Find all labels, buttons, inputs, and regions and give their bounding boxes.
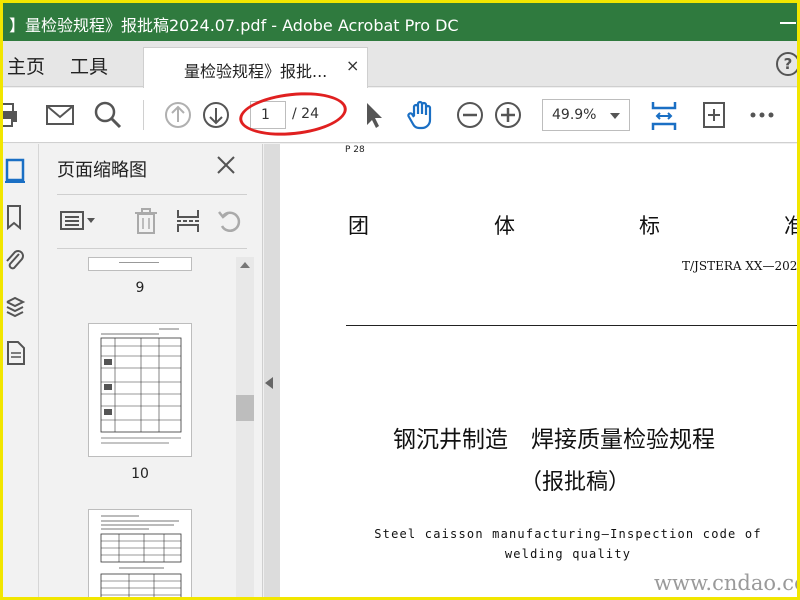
toolbar: 1 / 24 49.9% [3, 87, 797, 143]
title-bar: 】量检验规程》报批稿2024.07.pdf - Adobe Acrobat Pr… [3, 3, 797, 41]
document-viewer[interactable]: P 28 团 体 标 准 T/JSTERA XX—2024 钢沉井制造 焊接质量… [264, 144, 800, 597]
zoom-value: 49.9% [552, 107, 597, 123]
document-page: P 28 团 体 标 准 T/JSTERA XX—2024 钢沉井制造 焊接质量… [280, 144, 800, 597]
zoom-select[interactable]: 49.9% [542, 99, 630, 131]
extract-page-icon[interactable] [173, 206, 203, 236]
layers-icon[interactable] [5, 294, 27, 320]
document-title: 钢沉井制造 焊接质量检验规程 [393, 427, 715, 453]
thumbnail-label: 9 [135, 280, 145, 296]
rotate-view-icon[interactable] [699, 100, 729, 130]
window-title: 】量检验规程》报批稿2024.07.pdf - Adobe Acrobat Pr… [9, 16, 459, 35]
divider [57, 194, 247, 195]
standard-code: T/JSTERA XX—2024 [682, 259, 800, 273]
thumbnails-panel: 页面缩略图 9 10 [39, 144, 263, 597]
email-icon[interactable] [45, 100, 75, 130]
help-icon[interactable]: ? [776, 52, 797, 76]
document-icon[interactable] [5, 340, 27, 366]
hand-tool-icon[interactable] [405, 100, 435, 130]
panel-title: 页面缩略图 [57, 160, 147, 181]
document-tab[interactable]: 量检验规程》报批... × [143, 47, 368, 88]
select-cursor-icon[interactable] [359, 100, 389, 130]
heading-char: 团 [348, 214, 369, 238]
page-thumbnails-icon[interactable] [5, 158, 27, 184]
toolbar-separator [143, 100, 144, 130]
page-thumbnail[interactable] [88, 257, 192, 271]
attachment-icon[interactable] [5, 248, 27, 274]
english-title: Steel caisson manufacturing—Inspection c… [374, 527, 762, 561]
scrollbar-thumb[interactable] [236, 395, 254, 421]
more-options-icon[interactable] [747, 100, 777, 130]
menu-home[interactable]: 主页 [7, 52, 45, 79]
heading-char: 准 [784, 210, 797, 240]
zoom-in-icon[interactable] [493, 100, 523, 130]
menu-tools[interactable]: 工具 [70, 52, 108, 79]
delete-page-icon[interactable] [131, 206, 161, 236]
print-icon[interactable] [3, 100, 23, 130]
divider [57, 248, 247, 249]
chevron-down-icon [610, 113, 620, 119]
heading-char: 体 [494, 214, 515, 238]
bookmark-icon[interactable] [5, 204, 27, 231]
page-thumbnail[interactable] [88, 323, 192, 457]
previous-page-icon[interactable] [163, 100, 193, 130]
thumbnails-scrollbar[interactable] [236, 257, 254, 597]
next-page-icon[interactable] [201, 100, 231, 130]
search-icon[interactable] [93, 100, 123, 130]
minimize-button[interactable] [778, 13, 797, 31]
menu-bar: 主页 工具 量检验规程》报批... × ? [3, 41, 797, 88]
horizontal-rule [346, 325, 797, 326]
document-subtitle: （报批稿） [520, 470, 631, 495]
rotate-page-icon[interactable] [215, 206, 245, 236]
heading-char: 标 [639, 214, 660, 238]
thumbnail-label: 10 [131, 466, 149, 482]
document-tab-label: 量检验规程》报批... [184, 62, 328, 81]
thumbnail-options-icon[interactable] [59, 206, 95, 236]
navigation-rail [3, 144, 39, 597]
fit-width-icon[interactable] [649, 100, 679, 130]
watermark: www.cndao.com [654, 571, 797, 595]
close-panel-icon[interactable] [215, 154, 237, 176]
zoom-out-icon[interactable] [455, 100, 485, 130]
collapse-panel-icon[interactable] [265, 377, 273, 389]
page-thumbnail[interactable] [88, 509, 192, 597]
scroll-up-icon[interactable] [240, 262, 250, 268]
close-tab-icon[interactable]: × [346, 56, 359, 75]
app-window: 】量检验规程》报批稿2024.07.pdf - Adobe Acrobat Pr… [0, 0, 800, 600]
red-annotation-circle [237, 87, 349, 141]
page-number-label: P 28 [345, 145, 365, 155]
